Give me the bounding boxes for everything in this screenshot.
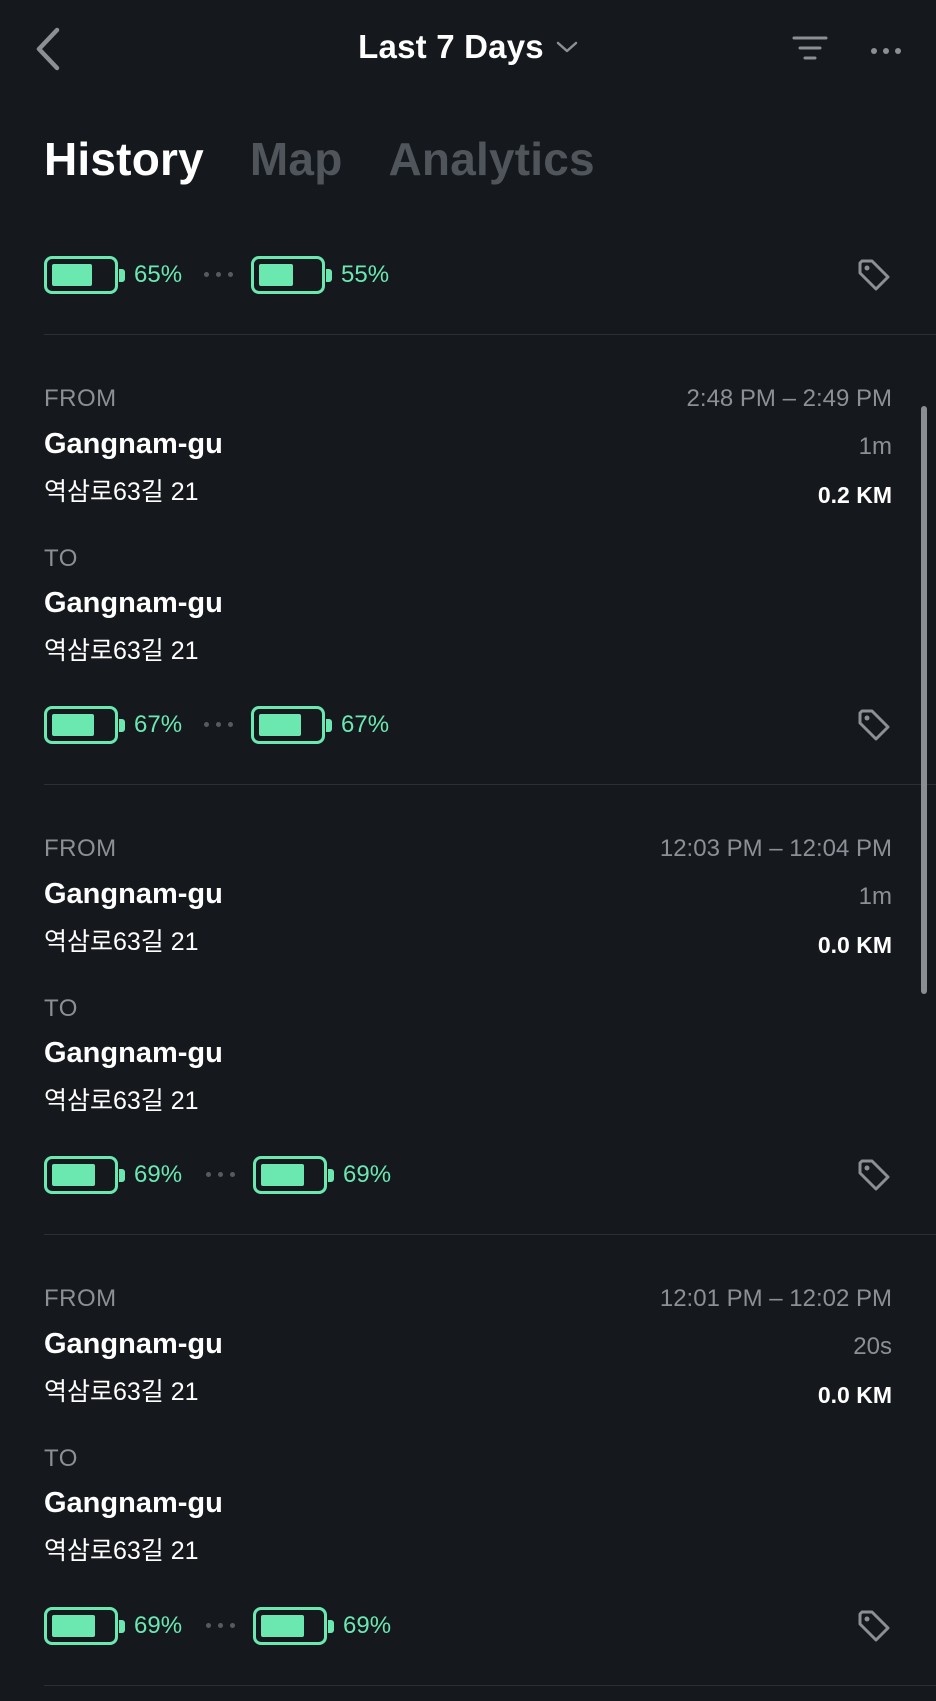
to-place: Gangnam-gu — [44, 1037, 223, 1069]
time-range: 12:03 PM – 12:04 PM — [659, 835, 892, 862]
battery-end-percent: 67% — [341, 711, 390, 738]
ellipsis-icon — [206, 1172, 236, 1178]
filter-button[interactable] — [792, 34, 828, 64]
from-place: Gangnam-gu — [44, 1328, 223, 1360]
from-label: FROM — [44, 835, 117, 862]
battery-start: 65% — [44, 255, 182, 295]
ellipsis-icon — [204, 272, 234, 278]
battery-icon — [44, 1156, 125, 1194]
time-range: 2:48 PM – 2:49 PM — [686, 385, 892, 412]
trip-duration: 1m — [858, 433, 892, 460]
battery-end: 69% — [253, 1606, 391, 1646]
view-tabs: History Map Analytics — [44, 132, 595, 186]
app-screen: Last 7 Days History Map Analytics 65% 55… — [0, 0, 936, 1701]
divider — [44, 1685, 936, 1686]
battery-icon — [251, 256, 332, 294]
battery-icon — [44, 706, 125, 744]
tag-button[interactable] — [856, 707, 892, 743]
from-address: 역삼로63길 21 — [44, 1378, 199, 1406]
trip-item[interactable]: FROM 2:48 PM – 2:49 PM Gangnam-gu 1m 역삼로… — [44, 385, 892, 745]
battery-start-percent: 69% — [134, 1161, 183, 1188]
battery-icon — [251, 706, 332, 744]
tag-icon — [858, 1159, 890, 1191]
divider — [44, 784, 936, 785]
tag-icon — [858, 709, 890, 741]
trip-item[interactable]: FROM 12:01 PM – 12:02 PM Gangnam-gu 20s … — [44, 1285, 892, 1645]
battery-start-percent: 69% — [134, 1612, 183, 1639]
from-address: 역삼로63길 21 — [44, 928, 199, 956]
battery-icon — [44, 1607, 125, 1645]
from-label: FROM — [44, 385, 117, 412]
trip-distance: 0.0 KM — [817, 932, 892, 958]
to-address: 역삼로63길 21 — [44, 1537, 199, 1565]
more-button[interactable] — [870, 44, 902, 56]
tag-button[interactable] — [856, 257, 892, 293]
trip-battery-row: 69% 69% — [44, 1606, 892, 1646]
battery-start: 67% — [44, 705, 182, 745]
to-label: TO — [44, 1445, 78, 1472]
tag-button[interactable] — [856, 1608, 892, 1644]
trip-duration: 1m — [858, 883, 892, 910]
tag-icon — [858, 1610, 890, 1642]
to-address: 역삼로63길 21 — [44, 637, 199, 665]
date-range-selector[interactable]: Last 7 Days — [358, 28, 578, 66]
battery-icon — [253, 1156, 334, 1194]
filter-icon — [792, 36, 828, 60]
battery-icon — [44, 256, 125, 294]
battery-start-percent: 65% — [134, 261, 183, 288]
trip-distance: 0.2 KM — [817, 482, 892, 508]
to-label: TO — [44, 545, 78, 572]
battery-end-percent: 69% — [343, 1161, 392, 1188]
tab-analytics[interactable]: Analytics — [389, 132, 595, 186]
battery-summary: 65% 55% — [44, 255, 892, 295]
time-range: 12:01 PM – 12:02 PM — [659, 1285, 892, 1312]
divider — [44, 1234, 936, 1235]
from-label: FROM — [44, 1285, 117, 1312]
battery-end-percent: 69% — [343, 1612, 392, 1639]
from-address: 역삼로63길 21 — [44, 478, 199, 506]
trip-battery-row: 69% 69% — [44, 1155, 892, 1195]
battery-end: 67% — [251, 705, 389, 745]
trip-duration: 20s — [853, 1333, 892, 1360]
battery-icon — [253, 1607, 334, 1645]
page-title: Last 7 Days — [358, 28, 544, 65]
to-address: 역삼로63길 21 — [44, 1087, 199, 1115]
battery-start: 69% — [44, 1606, 182, 1646]
top-bar: Last 7 Days — [0, 0, 936, 100]
battery-start: 69% — [44, 1155, 182, 1195]
from-place: Gangnam-gu — [44, 428, 223, 460]
battery-end-percent: 55% — [341, 261, 390, 288]
tag-icon — [858, 259, 890, 291]
chevron-down-icon — [556, 41, 578, 53]
trip-distance: 0.0 KM — [817, 1382, 892, 1408]
to-place: Gangnam-gu — [44, 587, 223, 619]
from-place: Gangnam-gu — [44, 878, 223, 910]
battery-end: 69% — [253, 1155, 391, 1195]
to-label: TO — [44, 995, 78, 1022]
tab-map[interactable]: Map — [250, 132, 343, 186]
scrollbar-thumb[interactable] — [921, 406, 927, 994]
more-horizontal-icon — [871, 48, 901, 54]
divider — [44, 334, 936, 335]
trip-item[interactable]: FROM 12:03 PM – 12:04 PM Gangnam-gu 1m 역… — [44, 835, 892, 1195]
to-place: Gangnam-gu — [44, 1487, 223, 1519]
tab-history[interactable]: History — [44, 132, 204, 186]
battery-end: 55% — [251, 255, 389, 295]
battery-start-percent: 67% — [134, 711, 183, 738]
trip-battery-row: 67% 67% — [44, 705, 892, 745]
tag-button[interactable] — [856, 1157, 892, 1193]
ellipsis-icon — [206, 1623, 236, 1629]
ellipsis-icon — [204, 722, 234, 728]
